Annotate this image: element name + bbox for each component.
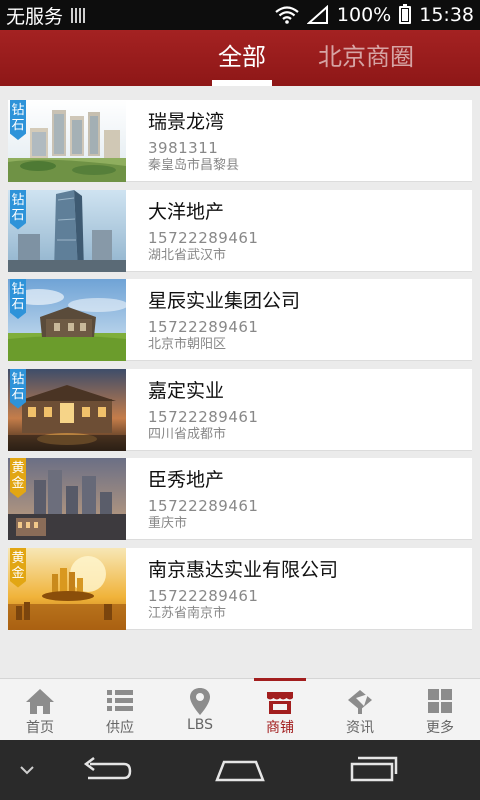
news-icon [348, 690, 372, 714]
recents-icon[interactable] [348, 754, 400, 784]
gold-badge: 黄金 [10, 458, 26, 498]
list-item[interactable]: 黄金 南京惠达实业有限公司 15722289461 江苏省南京市 [8, 547, 472, 630]
nav-lbs[interactable]: LBS [160, 679, 240, 740]
listing-location: 秦皇岛市昌黎县 [148, 158, 240, 173]
listing-name: 瑞景龙湾 [148, 111, 225, 133]
nav-more[interactable]: 更多 [400, 679, 480, 740]
listing-location: 重庆市 [148, 516, 188, 531]
listing-name: 臣秀地产 [148, 469, 225, 491]
nav-shop[interactable]: 商铺 [240, 678, 320, 740]
list-item[interactable]: 黄金 臣秀地产 15722289461 重庆市 [8, 458, 472, 540]
cell-signal-icon [306, 5, 328, 24]
nav-home[interactable]: 首页 [0, 679, 80, 740]
listing-phone: 15722289461 [148, 497, 259, 515]
listing-location: 四川省成都市 [148, 426, 227, 442]
listing-name: 嘉定实业 [148, 379, 225, 402]
nav-label: LBS [186, 717, 214, 733]
battery-percent: 100% [336, 4, 392, 26]
diamond-badge: 钻石 [10, 279, 26, 319]
listing-phone: 3981311 [148, 139, 219, 157]
diamond-badge: 钻石 [10, 100, 26, 140]
clock: 15:38 [419, 4, 474, 26]
listing-location: 北京市朝阳区 [148, 337, 227, 352]
nav-label: 资讯 [346, 720, 374, 736]
listing-phone: 15722289461 [148, 228, 259, 247]
wifi-icon [275, 6, 299, 24]
list-item[interactable]: 钻石 星辰实业集团公司 15722289461 北京市朝阳区 [8, 279, 472, 361]
back-icon[interactable] [80, 756, 132, 784]
nav-supply[interactable]: 供应 [80, 679, 160, 740]
list-icon [107, 690, 133, 711]
nav-label: 更多 [426, 720, 454, 736]
chevron-down-icon[interactable] [18, 764, 36, 776]
system-nav-bar [0, 740, 480, 800]
listing-image: 黄金 [8, 547, 126, 630]
header-tabs: 全部 北京商圈 [0, 30, 480, 86]
listing-image: 钻石 [8, 368, 126, 451]
location-pin-icon [190, 688, 210, 715]
listing-image: 钻石 [8, 279, 126, 361]
listing-image: 黄金 [8, 458, 126, 540]
diamond-badge: 钻石 [10, 368, 26, 409]
nav-label: 商铺 [266, 720, 294, 736]
listing-phone: 15722289461 [148, 586, 259, 605]
bottom-nav: 首页 供应 LBS 商铺 资讯 更多 [0, 678, 480, 740]
shop-list: 钻石 瑞景龙湾 3981311 秦皇岛市昌黎县 钻石 大洋地产 15722289… [8, 100, 472, 637]
listing-image: 钻石 [8, 100, 126, 182]
tab-all[interactable]: 全部 [212, 30, 272, 86]
listing-location: 湖北省武汉市 [148, 247, 227, 263]
listing-name: 南京惠达实业有限公司 [148, 558, 339, 581]
listing-image: 钻石 [8, 189, 126, 272]
home-icon [26, 689, 54, 714]
carrier-text: 无服务 [6, 5, 64, 28]
status-bar: 无服务 100% 15:38 [0, 0, 480, 30]
nav-label: 供应 [106, 720, 134, 736]
tab-beijing-district[interactable]: 北京商圈 [318, 30, 414, 86]
nav-label: 首页 [26, 720, 54, 736]
diamond-badge: 钻石 [10, 189, 26, 230]
home-button-icon[interactable] [214, 756, 266, 784]
battery-icon [399, 4, 412, 24]
listing-location: 江苏省南京市 [148, 605, 227, 621]
listing-name: 星辰实业集团公司 [148, 290, 301, 312]
listing-phone: 15722289461 [148, 407, 259, 426]
list-item[interactable]: 钻石 大洋地产 15722289461 湖北省武汉市 [8, 189, 472, 272]
signal-bars-icon [71, 7, 86, 23]
gold-badge: 黄金 [10, 547, 26, 588]
grid-icon [428, 689, 452, 713]
listing-phone: 15722289461 [148, 318, 259, 336]
list-item[interactable]: 钻石 嘉定实业 15722289461 四川省成都市 [8, 368, 472, 451]
listing-name: 大洋地产 [148, 200, 225, 223]
list-item[interactable]: 钻石 瑞景龙湾 3981311 秦皇岛市昌黎县 [8, 100, 472, 182]
nav-news[interactable]: 资讯 [320, 679, 400, 740]
shop-icon [267, 692, 293, 714]
